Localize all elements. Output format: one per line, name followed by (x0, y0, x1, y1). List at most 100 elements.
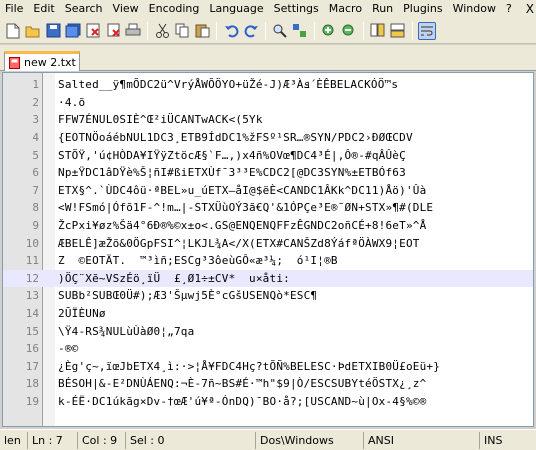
editor-line[interactable]: 3 FFW7ÉNUL0SIÈ^Œ²iÜCANTwACK<(5Yk (3, 111, 533, 129)
line-number: 5 (32, 148, 39, 162)
editor-line[interactable]: 17 ¿Èg'ç~,ïœJbETX4¸ì:·>¦Å¥FDC4Hç?tÕÑ%BELE… (3, 358, 533, 376)
tab-label: new 2.txt (24, 56, 76, 69)
close-icon[interactable] (84, 22, 102, 40)
toolbar-separator (265, 21, 266, 40)
editor-line[interactable]: 8 <W!FSmó|Ófõ1F-^!m…|-STXÜùOÝ3ã€Q'&1ÓPÇe³… (3, 199, 533, 217)
line-number: 18 (25, 377, 39, 391)
editor-line[interactable]: 1 Salted__ÿ¶mÕDC2ü^VrýÅWÕÖYO+üŽé-J)Æ³Àܦ´È… (3, 76, 533, 94)
toolbar-separator (363, 21, 364, 40)
tab-bar: new 2.txt (0, 45, 536, 71)
line-text: Salted__ÿ¶mÕDC2ü^VrýÅWÕÖYO+üŽé-J)Æ³Àܦ´ÈÊ… (58, 77, 399, 91)
redo-icon[interactable] (242, 22, 260, 40)
close-all-icon[interactable] (104, 22, 122, 40)
line-number: 1 (32, 78, 39, 92)
status-length: len (0, 431, 28, 449)
toolbar-separator (147, 21, 148, 40)
sync-vertical-icon[interactable] (369, 22, 387, 40)
line-text: FFW7ÉNUL0SIÈ^Œ²iÜCANTwACK<(5Yk (58, 113, 263, 127)
menu-window[interactable]: Window (448, 0, 501, 18)
line-text: ·4.õ (58, 95, 86, 109)
editor-line[interactable]: 19 k-ÉË·DC1úkãg×Dv-†œÆ'ú¥ª-ÓnDQ)¯BO·å?;[U… (3, 393, 533, 411)
menu-file[interactable]: File (0, 0, 28, 18)
menu-plugins[interactable]: Plugins (398, 0, 447, 18)
menu-language[interactable]: Language (204, 0, 268, 18)
line-text: )ÖÇ¨Xẽ~VSzÉö¸ïÜ £¸Ø1÷±CV* u×åti: (58, 271, 290, 285)
menu-encoding[interactable]: Encoding (144, 0, 205, 18)
menu-bar: File Edit Search View Encoding Language … (0, 0, 536, 18)
editor-line[interactable]: 11 Z ©EOTÄT. ™³ìñ;ESCg³3ôeùGÔ«æ³¼; ó¹I¦®B (3, 252, 533, 270)
line-number: 13 (25, 289, 39, 303)
line-number: 16 (25, 342, 39, 356)
status-column: Col : 9 (78, 431, 126, 449)
cut-icon[interactable] (153, 22, 171, 40)
status-selection: Sel : 0 (126, 431, 256, 449)
menu-search[interactable]: Search (60, 0, 108, 18)
line-text: STÕŸ,'ú¢HÒDA¥IŸÿZtöcÆ§`F…,)x4ñ%OVœ¶DC4³É… (58, 148, 406, 162)
status-line: Ln : 7 (28, 431, 78, 449)
editor-line[interactable]: 6 Np±ŸDC1âDŸè%Š¦ñI#ßiETXÙf¯3³³E%CDC2[@DC3… (3, 164, 533, 182)
line-number: 8 (32, 201, 39, 215)
editor-line[interactable]: 18 BÉSOH|&-E²DNÙÁENQ:¬È-7ñ~BS#É·™h"$9|Ò/E… (3, 375, 533, 393)
line-number: 12 (25, 271, 39, 285)
line-text: ¿Èg'ç~,ïœJbETX4¸ì:·>¦Å¥FDC4Hç?tÕÑ%BELESC… (58, 359, 441, 373)
tab-new-2[interactable]: new 2.txt (4, 51, 80, 71)
window-controls: X (526, 2, 534, 16)
menu-view[interactable]: View (108, 0, 144, 18)
line-text: \Ÿ4-RS¾NULùÙàØ0¦„7qa (58, 324, 195, 338)
editor-line[interactable]: 10 ÆBELÊ]æŽõ&0ÖGpFSI^¦LKJL¾A</X(ETX#CANŠZ… (3, 234, 533, 252)
line-number: 4 (32, 131, 39, 145)
open-file-icon[interactable] (24, 22, 42, 40)
menu-edit[interactable]: Edit (28, 0, 59, 18)
new-file-icon[interactable] (4, 22, 22, 40)
line-text: {EOTNÖoáébNUL1DC3¸ETB9ÍdDC1%žFSº¹SR…®SYN… (58, 131, 413, 145)
line-text: ŽcPxi¥øz%Šä4°6Ð®%©x±o<.GS@ENQENQFFzÊGNDC… (58, 219, 427, 233)
line-text: -®© (58, 342, 79, 356)
replace-icon[interactable] (291, 22, 309, 40)
line-number: 19 (25, 395, 39, 409)
editor-line[interactable]: 12 )ÖÇ¨Xẽ~VSzÉö¸ïÜ £¸Ø1÷±CV* u×åti: (3, 269, 533, 288)
print-icon[interactable] (124, 22, 142, 40)
editor-line[interactable]: 13 SUBb²SUBŒ0Ü#);Æ3'Šµwj5È°cGšUSENQò*ESC¶ (3, 287, 533, 305)
line-number: 2 (32, 95, 39, 109)
text-editor[interactable]: 1 Salted__ÿ¶mÕDC2ü^VrýÅWÕÖYO+üŽé-J)Æ³Àܦ´È… (2, 72, 534, 427)
menu-settings[interactable]: Settings (269, 0, 324, 18)
line-text: k-ÉË·DC1úkãg×Dv-†œÆ'ú¥ª-ÓnDQ)¯BO·å?;[USC… (58, 395, 427, 409)
line-text: ÆBELÊ]æŽõ&0ÖGpFSI^¦LKJL¾A</X(ETX#CANŠZd8… (58, 236, 420, 250)
line-text: Np±ŸDC1âDŸè%Š¦ñI#ßiETXÙf¯3³³E%CDC2[@DC3S… (58, 166, 406, 180)
zoom-out-icon[interactable] (340, 22, 358, 40)
line-number: 11 (25, 254, 39, 268)
toolbar-separator (216, 21, 217, 40)
editor-line[interactable]: 14 2ŪÏÈUNø (3, 305, 533, 323)
copy-icon[interactable] (173, 22, 191, 40)
toolbar-separator (412, 21, 413, 40)
line-number: 3 (32, 113, 39, 127)
line-text: BÉSOH|&-E²DNÙÁENQ:¬È-7ñ~BS#É·™h"$9|Ò/ESC… (58, 377, 427, 391)
close-document-button[interactable]: X (526, 2, 534, 16)
find-icon[interactable] (271, 22, 289, 40)
editor-line[interactable]: 9 ŽcPxi¥øz%Šä4°6Ð®%©x±o<.GS@ENQENQFFzÊGND… (3, 217, 533, 235)
undo-icon[interactable] (222, 22, 240, 40)
editor-line[interactable]: 2 ·4.õ (3, 94, 533, 112)
status-bar: len Ln : 7 Col : 9 Sel : 0 Dos\Windows A… (0, 429, 536, 450)
editor-line[interactable]: 4 {EOTNÖoáébNUL1DC3¸ETB9ÍdDC1%žFSº¹SR…®SY… (3, 129, 533, 147)
line-text: ETX§^.`ÙDC4ôü·ªBEL»u_úETX–åI@$ëÈ<CANDC1Â… (58, 183, 427, 197)
editor-line[interactable]: 15 \Ÿ4-RS¾NULùÙàØ0¦„7qa (3, 322, 533, 340)
line-text: Z ©EOTÄT. ™³ìñ;ESCg³3ôeùGÔ«æ³¼; ó¹I¦®B (58, 254, 338, 268)
line-number: 6 (32, 166, 39, 180)
menu-macro[interactable]: Macro (324, 0, 367, 18)
status-eol: Dos\Windows (256, 431, 364, 449)
sync-horizontal-icon[interactable] (389, 22, 407, 40)
toolbar-separator (314, 21, 315, 40)
menu-help[interactable]: ? (501, 0, 517, 18)
line-number: 10 (25, 236, 39, 250)
paste-icon[interactable] (193, 22, 211, 40)
editor-line[interactable]: 16 -®© (3, 340, 533, 358)
word-wrap-icon[interactable] (418, 21, 436, 40)
save-icon[interactable] (44, 22, 62, 40)
editor-line[interactable]: 5 STÕŸ,'ú¢HÒDA¥IŸÿZtöcÆ§`F…,)x4ñ%OVœ¶DC4³… (3, 146, 533, 164)
save-all-icon[interactable] (64, 22, 82, 40)
editor-line[interactable]: 7 ETX§^.`ÙDC4ôü·ªBEL»u_úETX–åI@$ëÈ<CANDC1… (3, 182, 533, 200)
zoom-in-icon[interactable] (320, 22, 338, 40)
line-text: 2ŪÏÈUNø (58, 307, 106, 321)
menu-run[interactable]: Run (367, 0, 398, 18)
